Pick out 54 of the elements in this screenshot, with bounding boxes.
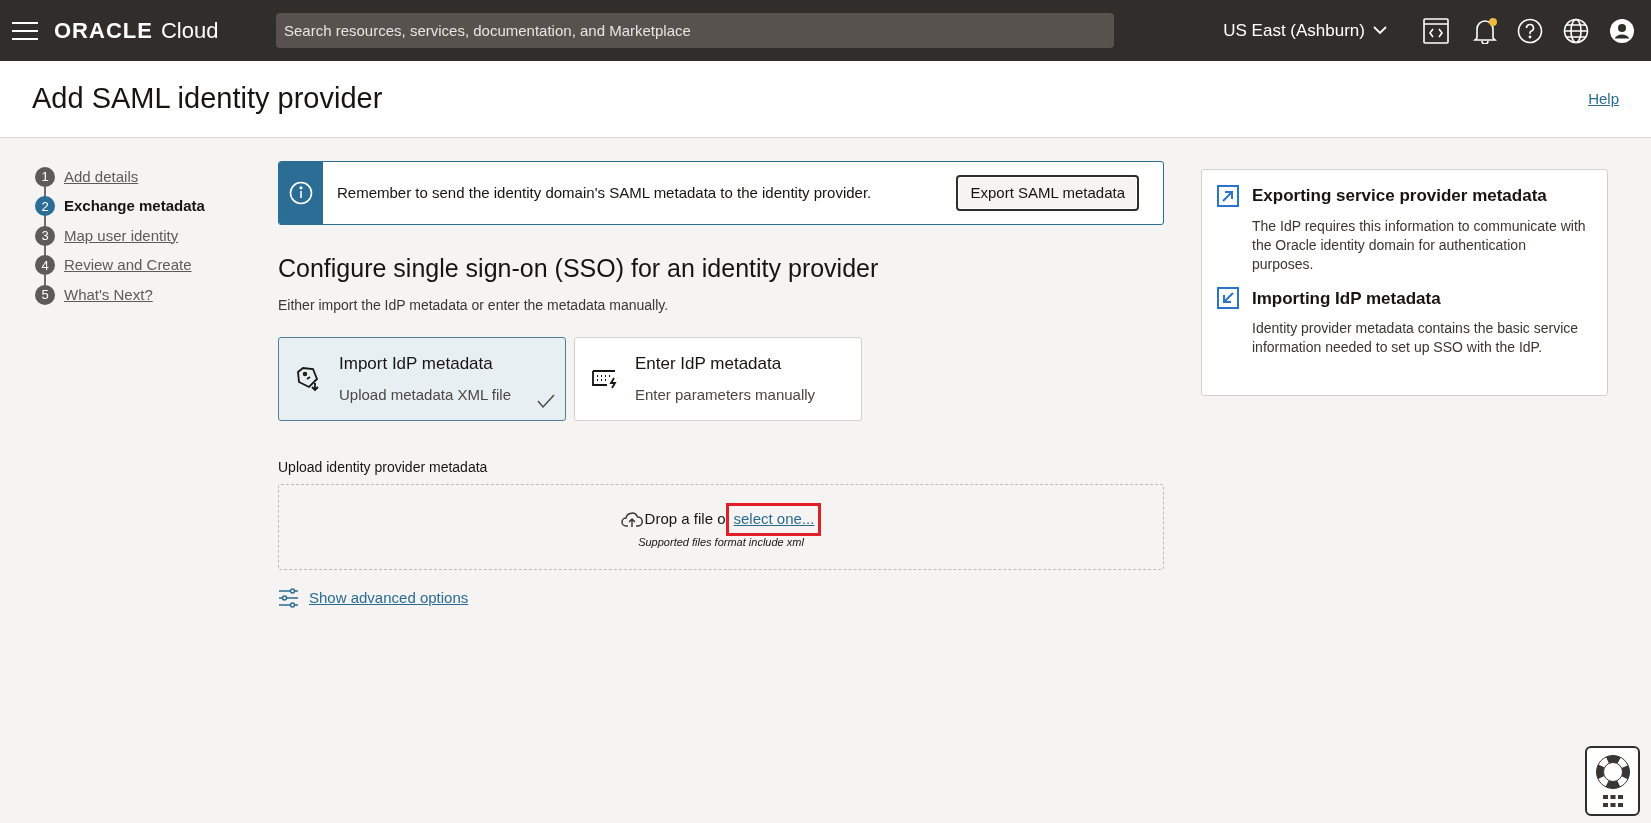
help-panel-title: Importing IdP metadata [1252,287,1441,310]
step-link[interactable]: Review and Create [64,254,192,277]
lifebuoy-icon [1595,755,1630,789]
search-field[interactable]: Search resources, services, documentation, and Marketplace [276,13,1114,48]
step-number: 3 [35,225,55,246]
tag-download-icon [296,365,322,392]
globe-icon[interactable] [1563,17,1589,44]
advanced-options-link[interactable]: Show advanced options [309,586,469,609]
arrow-down-left-icon [1217,287,1239,310]
upload-label: Upload identity provider metadata [278,457,489,477]
sliders-icon [278,587,299,608]
page-title: Add SAML identity provider [32,81,383,117]
upload-hint: Supported files format include xml [638,534,804,550]
menu-icon[interactable] [12,21,38,40]
export-saml-button[interactable]: Export SAML metadata [956,175,1139,211]
step-link[interactable]: Add details [64,165,139,188]
option-title: Import IdP metadata [339,352,494,375]
step-number: 4 [35,255,55,276]
chevron-down-icon [1373,26,1387,35]
help-panel-text: Identity provider metadata contains the basic service information needed to set up SSO with the IdP. [1252,319,1580,357]
region-selector[interactable]: US East (Ashburn) [1223,17,1387,44]
step-link[interactable]: What's Next? [64,283,153,306]
option-title: Enter IdP metadata [635,352,783,375]
help-icon[interactable] [1517,17,1543,44]
arrow-up-right-icon [1217,184,1239,207]
option-card[interactable]: Enter IdP metadata Enter parameters manually [574,336,862,421]
step-link[interactable]: Map user identity [64,224,179,247]
help-link[interactable]: Help [1588,87,1619,111]
option-card[interactable]: Import IdP metadata Upload metadata XML file [278,336,566,421]
info-icon [289,181,313,205]
grid-dots-icon [1602,795,1623,807]
banner-message: Remember to send the identity domain's SAML metadata to the identity provider. [337,182,872,203]
step-number: 1 [35,166,55,187]
cloud-upload-icon [620,510,643,529]
support-widget-button[interactable] [1585,746,1640,816]
checkmark-icon [537,393,555,408]
notification-bell-icon[interactable] [1473,17,1497,44]
brand-logo[interactable]: ORACLE [54,14,153,47]
select-file-link[interactable]: select one... [733,510,815,527]
section-subtitle: Either import the IdP metadata or enter the metadata manually. [278,295,670,315]
brand-suffix: Cloud [160,17,219,45]
option-description: Upload metadata XML file [339,385,512,405]
code-editor-icon[interactable] [1423,17,1449,44]
form-lightning-icon [592,367,618,390]
section-title: Configure single sign-on (SSO) for an identity provider [278,253,880,284]
help-panel-title: Exporting service provider metadata [1252,185,1547,207]
step-number: 5 [35,284,55,305]
drop-text: Drop a file o [644,509,726,529]
file-drop-zone[interactable]: Drop a file o select one... Supported files format include xml [278,483,1164,570]
help-panel-text: The IdP requires this information to communicate with the Oracle identity domain for authentication purposes. [1252,216,1587,274]
step-number: 2 [35,196,55,217]
step-link[interactable]: Exchange metadata [64,195,205,218]
user-avatar-icon[interactable] [1609,17,1635,44]
option-description: Enter parameters manually [635,385,816,405]
